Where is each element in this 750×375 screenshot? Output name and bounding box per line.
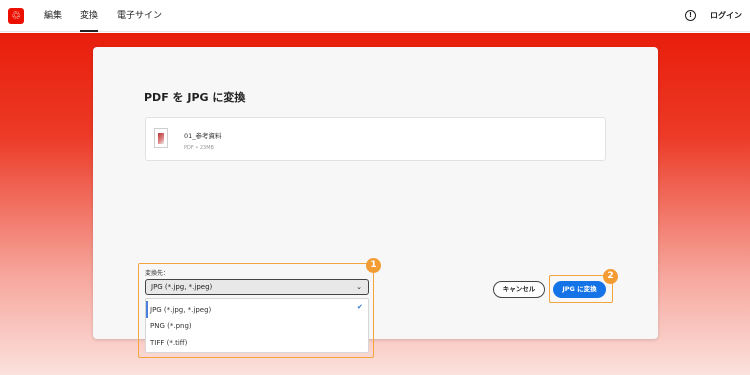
file-name: 01_参考資料 — [184, 132, 222, 140]
page-title: PDF を JPG に変換 — [144, 91, 246, 104]
destination-label: 変換先： — [145, 270, 170, 277]
check-icon: ✔ — [357, 303, 363, 311]
tab-edit[interactable]: 編集 — [44, 0, 62, 32]
tab-e-sign[interactable]: 電子サイン — [117, 0, 162, 32]
step-badge-1: 1 — [366, 258, 381, 273]
help-circle-icon[interactable]: ! — [685, 10, 696, 21]
file-meta: PDF • 23MB — [184, 145, 214, 151]
acrobat-logo-icon[interactable]: ♲ — [8, 8, 24, 24]
format-option-jpg[interactable]: JPG (*.jpg, *.jpeg) — [150, 306, 211, 314]
cancel-button[interactable]: キャンセル — [493, 281, 545, 298]
login-link[interactable]: ログイン — [710, 0, 742, 32]
chevron-down-icon: ⌄ — [356, 283, 362, 291]
tab-convert[interactable]: 変換 — [80, 0, 99, 32]
selected-indicator — [146, 301, 148, 318]
top-nav-bar: ♲ 編集 変換 電子サイン ! ログイン — [0, 0, 750, 32]
file-thumbnail — [154, 128, 168, 148]
format-dropdown-list: JPG (*.jpg, *.jpeg) ✔ PNG (*.png) TIFF (… — [145, 298, 369, 353]
format-option-tiff[interactable]: TIFF (*.tiff) — [150, 339, 187, 347]
format-select-value: JPG (*.jpg, *.jpeg) — [151, 283, 213, 291]
format-option-png[interactable]: PNG (*.png) — [150, 322, 192, 330]
step-badge-2: 2 — [603, 269, 618, 284]
convert-button[interactable]: JPG に変換 — [553, 281, 606, 298]
format-select[interactable]: JPG (*.jpg, *.jpeg) ⌄ — [145, 279, 369, 295]
